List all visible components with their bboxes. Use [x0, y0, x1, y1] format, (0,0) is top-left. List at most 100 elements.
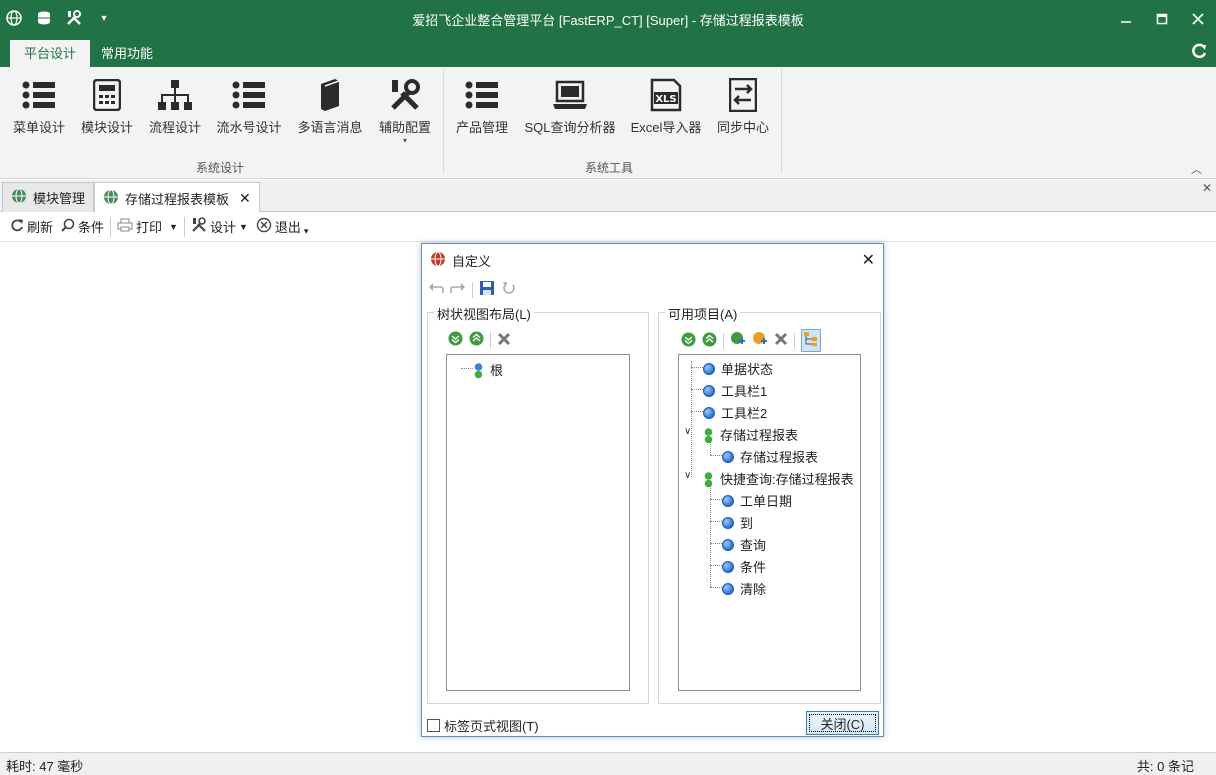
excel-importer-button[interactable]: XLS Excel导入器 — [628, 75, 704, 136]
tree-connector — [710, 455, 722, 456]
xls-file-icon: XLS — [628, 75, 704, 115]
tree-node[interactable]: 单据状态 — [703, 359, 773, 378]
elapsed-time: 耗时: 47 毫秒 — [6, 759, 84, 774]
refresh-button[interactable]: 刷新 — [6, 215, 57, 239]
available-items-legend: 可用项目(A) — [665, 304, 741, 323]
dropdown-arrow-icon[interactable]: ▼ — [239, 222, 248, 232]
tree-node-label: 根 — [490, 363, 504, 378]
tree-node-group[interactable]: 快捷查询:存储过程报表 — [703, 469, 854, 488]
print-button[interactable]: 打印 ▼ — [113, 215, 182, 239]
tree-layout-toolbar — [448, 331, 511, 349]
serial-number-design-label: 流水号设计 — [216, 120, 282, 135]
close-button[interactable]: 关闭(C) — [806, 711, 879, 735]
record-count: 共: 0 条记 — [1136, 759, 1194, 774]
tabbed-view-label: 标签页式视图(T) — [444, 719, 539, 734]
collapse-all-icon[interactable] — [681, 332, 696, 350]
close-tab-icon[interactable]: ✕ — [239, 190, 251, 207]
dialog-close-icon[interactable]: ✕ — [862, 250, 875, 270]
reset-icon[interactable] — [501, 280, 517, 299]
chevron-down-icon[interactable]: ∨ — [684, 426, 691, 437]
document-tab-bar: 模块管理 存储过程报表模板 ✕ — [0, 180, 1216, 213]
refresh-icon — [10, 218, 24, 235]
filter-button[interactable]: 条件 — [57, 215, 108, 239]
undo-icon[interactable] — [428, 281, 444, 298]
toolbar-separator — [490, 332, 491, 348]
checkbox-box[interactable] — [427, 719, 440, 732]
tree-node-label: 工单日期 — [740, 494, 793, 509]
filter-label: 条件 — [78, 220, 105, 235]
tree-connector — [691, 389, 703, 390]
tree-node[interactable]: 到 — [722, 513, 753, 532]
tree-layout-group: 树状视图布局(L) 根 — [427, 304, 649, 704]
close-icon[interactable] — [1180, 0, 1216, 37]
minimize-icon[interactable] — [1108, 0, 1144, 37]
exit-button[interactable]: 退出 ▾ — [252, 215, 313, 239]
toolbar-separator — [472, 281, 473, 298]
tree-node-root[interactable]: 根 — [473, 360, 503, 379]
search-icon — [61, 218, 75, 235]
sync-center-button[interactable]: 同步中心 — [714, 75, 772, 136]
sql-analyzer-button[interactable]: SQL查询分析器 — [522, 75, 618, 136]
available-items-tree[interactable]: 单据状态 工具栏1 工具栏2 ∨ 存储过程报表 存储过程报表 ∨ 快捷查询:存储… — [678, 354, 861, 691]
expand-all-icon[interactable] — [702, 332, 717, 350]
delete-icon[interactable] — [774, 332, 788, 349]
save-icon[interactable] — [479, 280, 495, 299]
add-item-icon[interactable] — [752, 331, 768, 350]
tree-node-group[interactable]: 存储过程报表 — [703, 425, 798, 444]
sync-icon — [714, 75, 772, 115]
tree-view-toggle-icon[interactable] — [801, 329, 821, 352]
tree-node[interactable]: 查询 — [722, 535, 766, 554]
item-node-icon — [722, 494, 734, 507]
aux-config-button[interactable]: 辅助配置 ▾ — [376, 75, 434, 145]
doc-tab-module-management[interactable]: 模块管理 — [2, 182, 95, 212]
multilang-message-button[interactable]: 多语言消息 — [296, 75, 364, 136]
close-all-tabs-icon[interactable]: ✕ — [1202, 181, 1212, 195]
serial-number-design-button[interactable]: 流水号设计 — [215, 75, 283, 136]
collapse-all-icon[interactable] — [448, 331, 463, 349]
multilang-message-label: 多语言消息 — [297, 120, 363, 135]
tree-node[interactable]: 存储过程报表 — [722, 447, 818, 466]
design-button[interactable]: 设计 ▼ — [187, 215, 252, 239]
redo-icon[interactable] — [450, 281, 466, 298]
group-separator — [443, 69, 444, 173]
module-design-button[interactable]: 模块设计 — [79, 75, 135, 136]
title-bar: ▾ 爱招飞企业整合管理平台 [FastERP_CT] [Super] - 存储过… — [0, 0, 1216, 37]
tree-node-label: 存储过程报表 — [720, 428, 799, 443]
item-node-icon — [722, 538, 734, 551]
item-node-icon — [722, 560, 734, 573]
chevron-down-icon[interactable]: ∨ — [684, 470, 691, 481]
print-label: 打印 — [136, 220, 163, 235]
ribbon-tab-bar: 平台设计 常用功能 — [0, 37, 1216, 67]
flow-design-button[interactable]: 流程设计 — [147, 75, 203, 136]
dialog-title-bar: 自定义 — [430, 251, 491, 270]
tab-platform-design[interactable]: 平台设计 — [10, 40, 91, 67]
refresh-icon[interactable] — [1190, 42, 1208, 60]
maximize-icon[interactable] — [1144, 0, 1180, 37]
tree-connector — [710, 485, 711, 587]
tree-node[interactable]: 工单日期 — [722, 491, 792, 510]
book-icon — [296, 75, 364, 115]
list-icon — [10, 75, 68, 115]
tree-node[interactable]: 清除 — [722, 579, 766, 598]
tabbed-view-checkbox[interactable]: 标签页式视图(T) — [427, 716, 539, 735]
group-label-system-tools: 系统工具 — [585, 161, 634, 175]
list-icon — [454, 75, 510, 115]
tree-node[interactable]: 工具栏1 — [703, 381, 767, 400]
layout-tree[interactable]: 根 — [446, 354, 630, 691]
expand-all-icon[interactable] — [469, 331, 484, 349]
menu-design-button[interactable]: 菜单设计 — [10, 75, 68, 136]
add-group-icon[interactable] — [730, 331, 746, 350]
sql-analyzer-label: SQL查询分析器 — [524, 120, 616, 135]
collapse-ribbon-icon[interactable]: ︿ — [1191, 161, 1202, 177]
list-icon — [215, 75, 283, 115]
tab-common-functions[interactable]: 常用功能 — [87, 40, 167, 67]
dropdown-arrow-icon[interactable]: ▼ — [169, 222, 178, 232]
group-node-icon — [703, 471, 714, 487]
tree-node[interactable]: 条件 — [722, 557, 766, 576]
toolbar-separator — [110, 216, 112, 237]
delete-icon[interactable] — [497, 332, 511, 349]
product-management-button[interactable]: 产品管理 — [454, 75, 510, 136]
overflow-arrow-icon[interactable]: ▾ — [304, 226, 309, 237]
tree-node[interactable]: 工具栏2 — [703, 403, 767, 422]
doc-tab-sp-report-template[interactable]: 存储过程报表模板 ✕ — [94, 182, 260, 213]
